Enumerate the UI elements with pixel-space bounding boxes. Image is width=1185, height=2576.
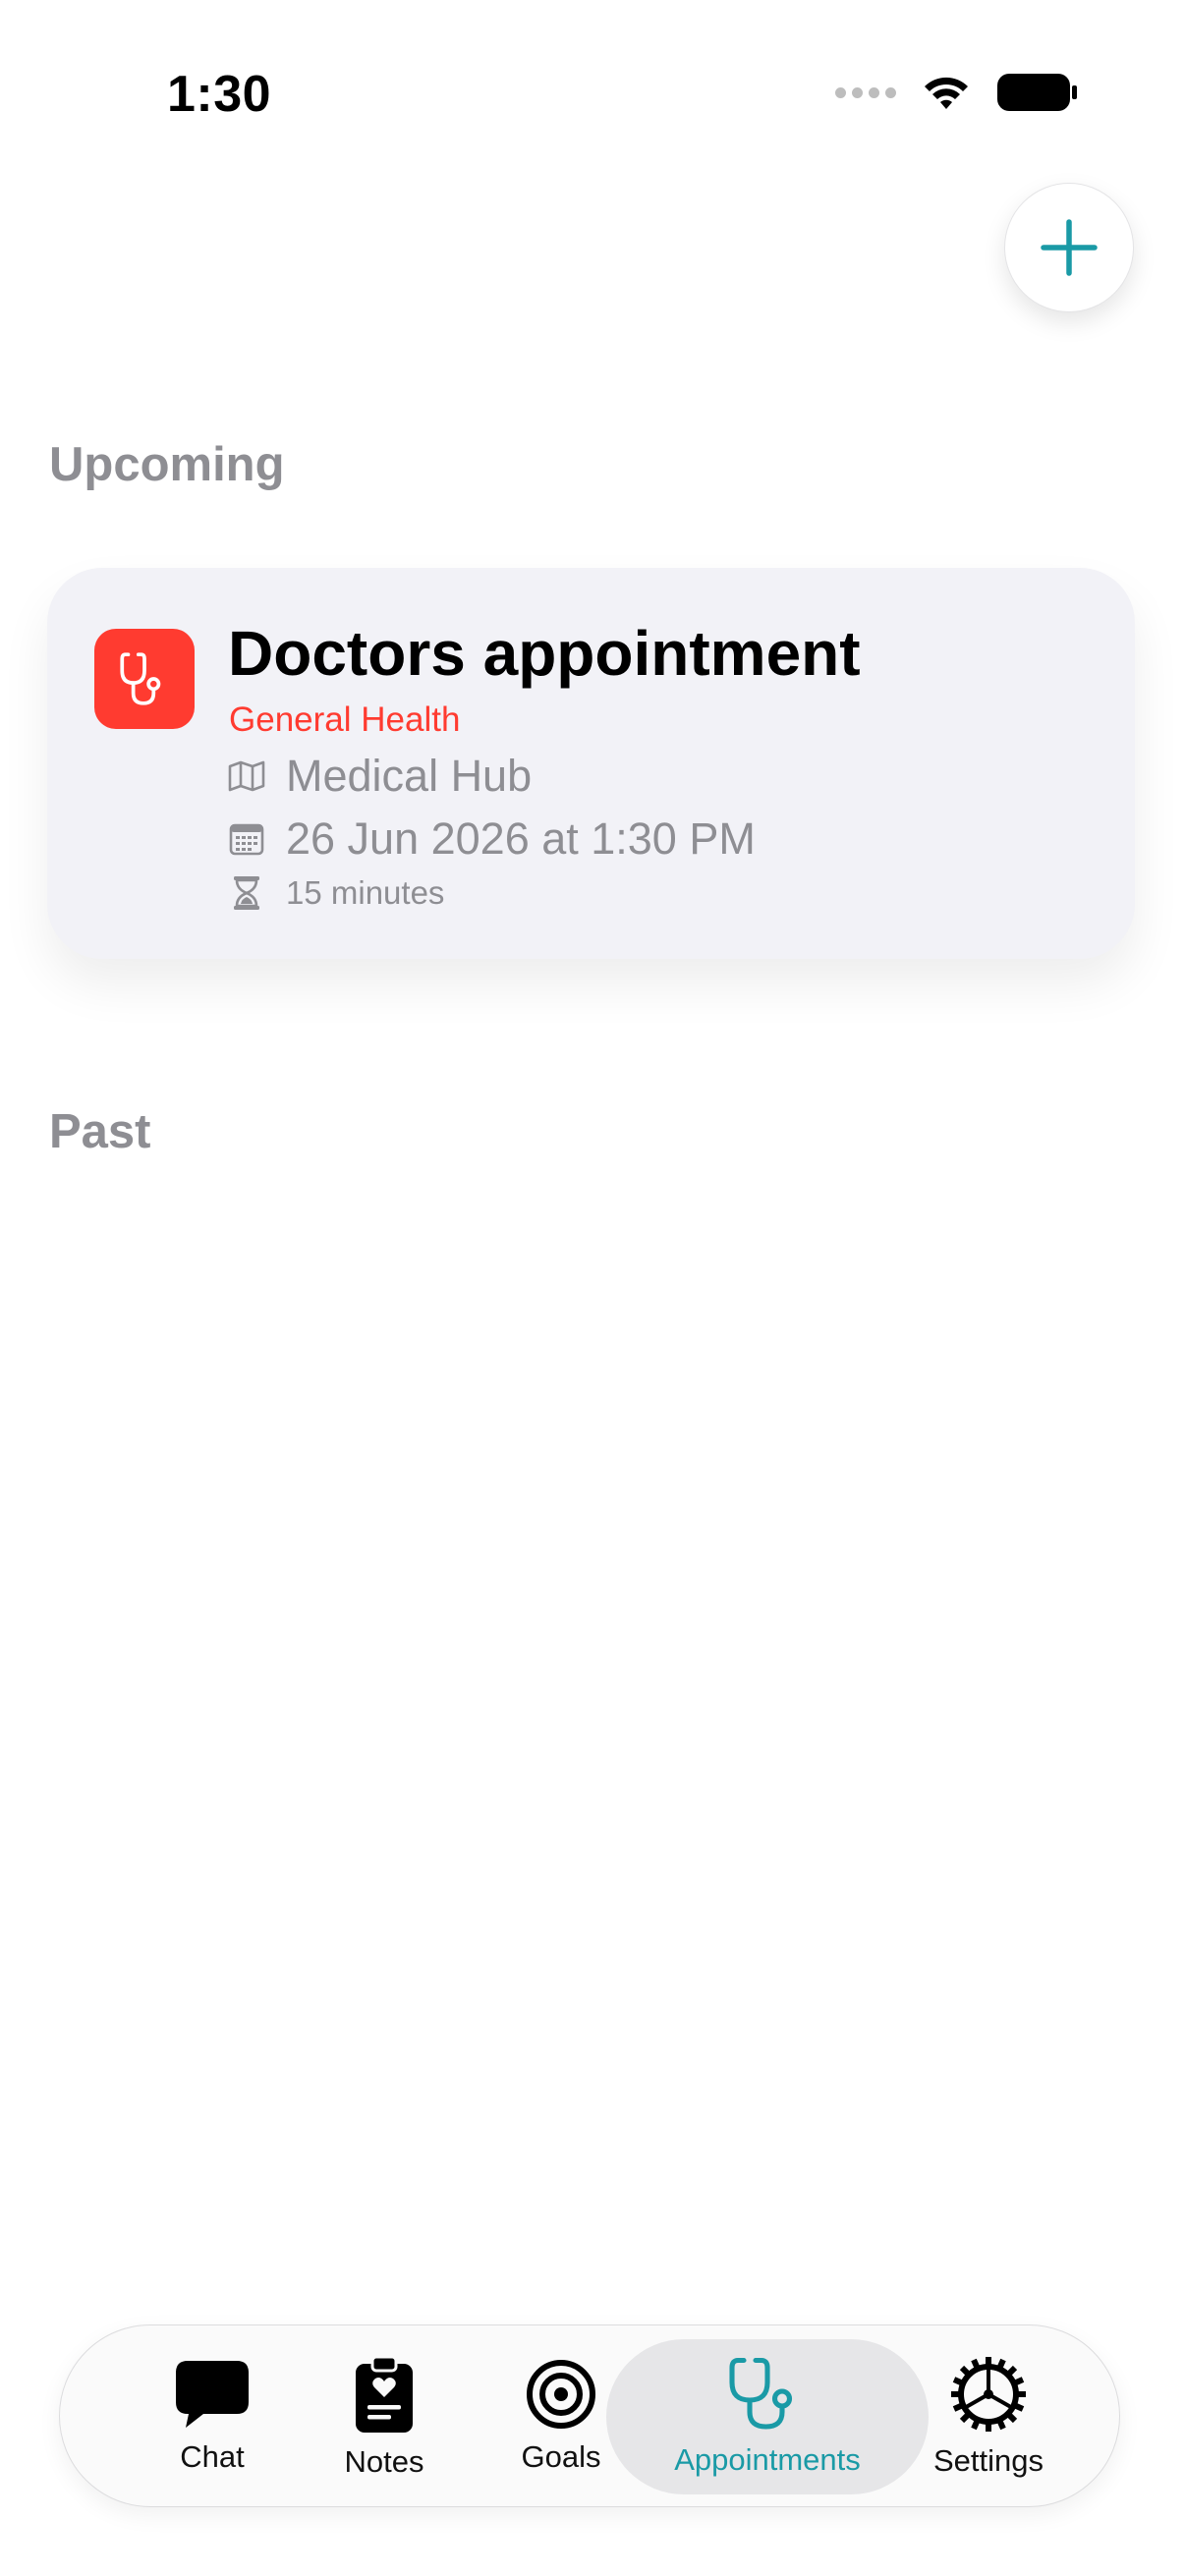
status-time: 1:30 xyxy=(167,66,272,123)
cellular-signal-icon xyxy=(835,86,896,98)
tab-chat[interactable]: Chat xyxy=(139,2325,286,2508)
appointment-category-badge xyxy=(94,629,195,729)
tab-notes[interactable]: Notes xyxy=(310,2325,458,2508)
battery-icon xyxy=(997,74,1077,111)
stethoscope-icon xyxy=(729,2357,793,2430)
add-appointment-button[interactable] xyxy=(1004,183,1134,312)
map-icon xyxy=(228,760,265,792)
upcoming-section-title: Upcoming xyxy=(49,438,285,491)
tab-goals-label: Goals xyxy=(521,2439,601,2474)
appointments-screen: 1:30 Upcoming Doctors appointment Genera… xyxy=(0,0,1185,2576)
stethoscope-icon xyxy=(120,652,161,705)
appointment-datetime: 26 Jun 2026 at 1:30 PM xyxy=(286,813,756,864)
chat-bubble-icon xyxy=(176,2361,249,2428)
target-icon xyxy=(527,2360,595,2429)
appointment-location: Medical Hub xyxy=(286,751,533,801)
tab-appointments[interactable]: Appointments xyxy=(606,2325,929,2508)
tab-settings[interactable]: Settings xyxy=(915,2325,1062,2508)
calendar-icon xyxy=(229,823,264,856)
tab-bar: Chat Notes Goals Appointments Settings xyxy=(59,2324,1120,2507)
appointment-location-row: Medical Hub xyxy=(227,751,532,802)
plus-icon xyxy=(1041,219,1098,276)
tab-appointments-label: Appointments xyxy=(674,2442,861,2477)
past-section-title: Past xyxy=(49,1105,151,1158)
tab-notes-label: Notes xyxy=(344,2444,424,2479)
tab-chat-label: Chat xyxy=(180,2439,245,2474)
tab-settings-label: Settings xyxy=(932,2443,1044,2478)
appointment-duration: 15 minutes xyxy=(286,874,445,911)
hourglass-icon xyxy=(234,876,259,910)
wifi-icon xyxy=(925,77,968,109)
appointment-card[interactable]: Doctors appointment General Health Medic… xyxy=(47,568,1135,959)
appointment-category: General Health xyxy=(229,700,461,739)
appointment-title: Doctors appointment xyxy=(228,618,861,689)
status-indicators xyxy=(835,73,1079,112)
appointment-datetime-row: 26 Jun 2026 at 1:30 PM xyxy=(227,813,756,865)
gear-icon xyxy=(951,2357,1026,2432)
appointment-duration-row: 15 minutes xyxy=(227,874,444,912)
clipboard-heart-icon xyxy=(356,2355,413,2433)
